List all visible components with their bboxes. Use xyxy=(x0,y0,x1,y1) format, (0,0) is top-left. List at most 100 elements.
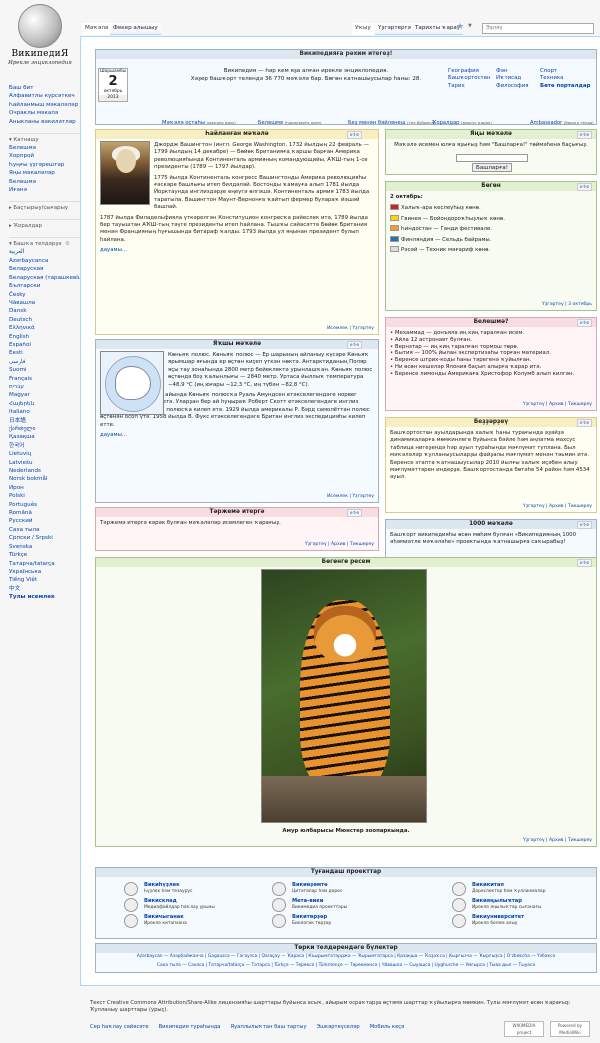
portal-link[interactable]: Философия xyxy=(496,83,529,90)
sidebar-language-link[interactable]: Ирон xyxy=(9,484,80,492)
welcome-nav-link[interactable]: Ambassador xyxy=(530,120,562,126)
portal-link[interactable]: Тарих xyxy=(448,83,491,90)
sidebar-interaction-item[interactable]: Яңы мәкаләләр xyxy=(9,169,80,177)
portlet-tools-title[interactable]: ▸ Ҡоралдар xyxy=(9,219,80,230)
thousand-view-button[interactable]: v·t·e xyxy=(576,521,592,529)
new-article-start-button[interactable]: Башларға! xyxy=(472,163,512,172)
sister-project[interactable]: Викикитап Дәреслектәр һәм ҡулланмалар xyxy=(452,882,592,897)
sidebar-language-link[interactable]: Norsk bokmål xyxy=(9,475,80,483)
new-article-view-button[interactable]: v·t·e xyxy=(576,131,592,139)
portal-link[interactable]: Фән xyxy=(496,68,529,75)
sidebar-language-link[interactable]: 日本語 xyxy=(9,417,80,425)
sidebar-interaction-item[interactable]: Һуңғы үҙгәрештәр xyxy=(9,161,80,169)
sister-project[interactable]: Викиуниверситет Ирекле белем алыу xyxy=(452,914,592,929)
new-article-input[interactable] xyxy=(456,154,528,162)
sidebar-language-link[interactable]: Français xyxy=(9,375,80,383)
sister-project-name[interactable]: Мета-вики xyxy=(292,898,323,905)
mediawiki-badge[interactable]: Powered by MediaWiki xyxy=(550,1021,590,1037)
sidebar-main-item[interactable]: Аныкланы вәкиләтләр xyxy=(9,118,80,126)
translate-footer-links[interactable]: Үҙгәртеү | Архив | Тикшереү xyxy=(305,542,374,548)
sidebar-language-link[interactable]: Latviešu xyxy=(9,459,80,467)
welcome-nav-item[interactable]: Белешмә (Һорауҙарға яуап) xyxy=(258,120,322,127)
welcome-nav-item[interactable]: Беҙ менән бәйләнеш (тел буйынса) xyxy=(348,120,435,127)
portlet-interaction-title[interactable]: ▾ Катнашу xyxy=(9,133,80,144)
today-footer-links[interactable]: Үҙгәртеү | 3 октябрь xyxy=(542,302,592,308)
footer-link[interactable]: Википедия тураһында xyxy=(159,1024,221,1030)
amur-tiger-image[interactable] xyxy=(261,569,427,823)
sister-project-name[interactable]: Викияңылыҡтар xyxy=(472,898,522,905)
sister-project-name[interactable]: Викитөрҙәр xyxy=(292,914,327,921)
sister-project-name[interactable]: Викикитап xyxy=(472,882,504,889)
sidebar-interaction-item[interactable]: Белешмә xyxy=(9,178,80,186)
sidebar-language-link[interactable]: Български xyxy=(9,282,80,290)
search-input[interactable]: Эҙләү xyxy=(482,23,594,34)
sidebar-main-item[interactable]: Алфавитлы күрсәткеч xyxy=(9,92,80,100)
sister-project-name[interactable]: Викичыганак xyxy=(144,914,184,921)
sister-project[interactable]: Викисклад Медиафайлдар һаҡлау урыны xyxy=(124,898,264,913)
sidebar-language-link[interactable]: Svenska xyxy=(9,543,80,551)
sidebar-language-link[interactable]: Српски / Srpski xyxy=(9,534,80,542)
sidebar-main-item[interactable]: Очраклы мәкалә xyxy=(9,109,80,117)
sidebar-language-link[interactable]: עברית xyxy=(9,383,80,391)
sidebar-language-link[interactable]: Lietuvių xyxy=(9,450,80,458)
sister-project[interactable]: Викитөрҙәр Биологик төрҙәр xyxy=(272,914,412,929)
other-languages-line-2[interactable]: Саха тыла — Сахаса | Татарча/tatarça — Т… xyxy=(96,963,596,972)
did-you-know-footer-links[interactable]: Үҙгәртеү | Архив | Тикшереү xyxy=(523,402,592,408)
sidebar-interaction-item[interactable]: Белешмә xyxy=(9,144,80,152)
sidebar-main-item[interactable]: Баш бит xyxy=(9,84,80,92)
sister-project[interactable]: Викичыганак Ирекле китапхана xyxy=(124,914,264,929)
sidebar-language-link[interactable]: Беларуская (тарашкевіца) xyxy=(9,274,80,282)
sidebar-language-link[interactable]: Italiano xyxy=(9,408,80,416)
other-languages-line-1[interactable]: Azərbaycan — Азәрбайжанча | Gagauzca — Г… xyxy=(96,953,596,963)
sister-project-name[interactable]: Викиуниверситет xyxy=(472,914,524,921)
welcome-nav-item[interactable]: Мәҡәлә оҫтаһы (мәҡәлә яҙыу) xyxy=(162,120,236,127)
sidebar-language-link[interactable]: Українська xyxy=(9,568,80,576)
translate-view-button[interactable]: v·t·e xyxy=(346,509,362,517)
portlet-languages-title[interactable]: ▾ Башҡа телдәрҙә ⚙ xyxy=(9,237,80,248)
featured-more-link[interactable]: дауамы… xyxy=(96,247,378,257)
tab-article[interactable]: Мәҡәлә xyxy=(82,23,112,35)
sidebar-language-link[interactable]: Español xyxy=(9,341,80,349)
wikimedia-badge[interactable]: WIKIMEDIA project xyxy=(504,1021,544,1037)
footer-link[interactable]: Мобиль кеҫә xyxy=(370,1024,405,1030)
portal-link[interactable]: Иҡтисад xyxy=(496,75,529,82)
good-more-link[interactable]: дауамы… xyxy=(96,432,378,442)
sister-project[interactable]: Викиөҙөмтә Цитаталар һәм дәрес xyxy=(272,882,412,897)
tab-edit[interactable]: Үҙгәртергә xyxy=(375,23,414,35)
sidebar-language-full-list[interactable]: Тулы исемлек xyxy=(9,593,80,601)
sidebar-language-link[interactable]: ქართული xyxy=(9,425,80,433)
watch-star-icon[interactable]: ★ xyxy=(456,21,464,33)
footer-link[interactable]: Сер һаҡлау сәйәсәте xyxy=(90,1024,149,1030)
sister-project-name[interactable]: Викиһүҙлек xyxy=(144,882,180,889)
sidebar-language-link[interactable]: Саха тыла xyxy=(9,526,80,534)
sister-project-name[interactable]: Викиөҙөмтә xyxy=(292,882,328,889)
did-you-know-view-button[interactable]: v·t·e xyxy=(576,319,592,327)
sidebar-language-link[interactable]: Polski xyxy=(9,492,80,500)
welcome-nav-link[interactable]: Ҡоралдар xyxy=(432,120,459,126)
footer-link[interactable]: Эшкәртеүселәр xyxy=(317,1024,360,1030)
portal-link[interactable]: Спорт xyxy=(540,68,590,75)
portal-link[interactable]: География xyxy=(448,68,491,75)
project-view-button[interactable]: v·t·e xyxy=(576,419,592,427)
portal-link[interactable]: Бөтә порталдар xyxy=(540,83,590,90)
sidebar-language-link[interactable]: Dansk xyxy=(9,307,80,315)
welcome-nav-link[interactable]: Белешмә xyxy=(258,120,283,126)
picture-view-button[interactable]: v·t·e xyxy=(576,559,592,567)
more-menu-chevron-icon[interactable]: ▼ xyxy=(468,23,472,30)
sidebar-language-link[interactable]: Română xyxy=(9,509,80,517)
sidebar-language-link[interactable]: Чӑвашла xyxy=(9,299,80,307)
sidebar-language-link[interactable]: Tiếng Việt xyxy=(9,576,80,584)
project-footer-links[interactable]: Үҙгәртеү | Архив | Тикшереү xyxy=(523,504,592,510)
portlet-print-title[interactable]: ▸ Баҫтырыу/сығарыу xyxy=(9,201,80,212)
sidebar-language-link[interactable]: Português xyxy=(9,501,80,509)
sidebar-language-link[interactable]: Nederlands xyxy=(9,467,80,475)
sidebar-interaction-item[interactable]: Хорпрой xyxy=(9,152,80,160)
welcome-nav-item[interactable]: Ҡоралдар (махсус ҡорал) xyxy=(432,120,492,127)
footer-link[interactable]: Яуаплылыҡтан баш тартыу xyxy=(230,1024,306,1030)
welcome-nav-link[interactable]: Мәҡәлә оҫтаһы xyxy=(162,120,205,126)
sidebar-language-link[interactable]: Հայերեն xyxy=(9,400,80,408)
site-logo[interactable]: ВикипедиЯ Ирекле энциклопедия xyxy=(0,0,80,78)
tab-read[interactable]: Уҡыу xyxy=(352,23,374,35)
sidebar-language-link[interactable]: العربية xyxy=(9,248,80,256)
sister-project-name[interactable]: Викисклад xyxy=(144,898,177,905)
